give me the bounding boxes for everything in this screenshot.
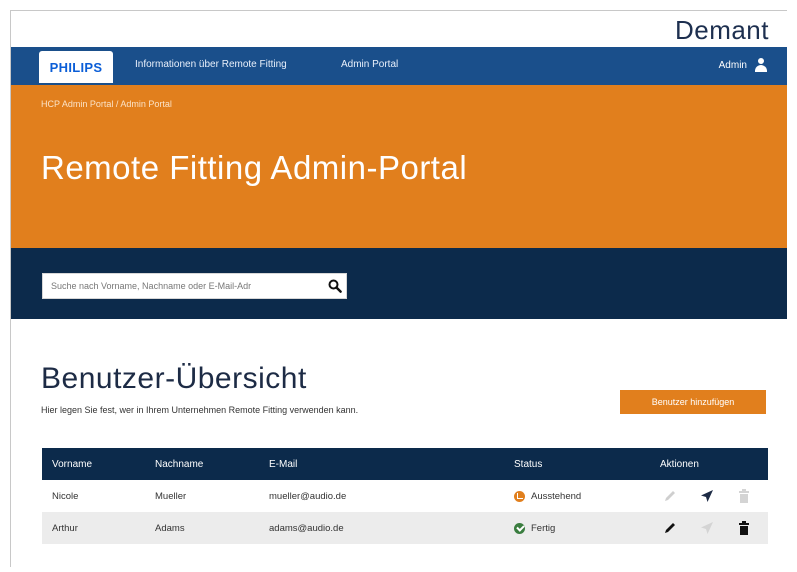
search-icon[interactable]: [324, 275, 346, 297]
search-band: [11, 248, 787, 319]
breadcrumb[interactable]: HCP Admin Portal / Admin Portal: [41, 99, 172, 109]
table-row: Nicole Mueller mueller@audio.de Ausstehe…: [42, 480, 768, 512]
user-menu-label: Admin: [718, 59, 747, 71]
table-header: Vorname Nachname E-Mail Status Aktionen: [42, 448, 768, 480]
cell-lastname: Mueller: [155, 490, 187, 502]
delete-trash-icon[interactable]: [734, 518, 754, 538]
cell-firstname: Nicole: [52, 490, 79, 502]
row-actions: [652, 480, 762, 512]
search-input[interactable]: [43, 275, 324, 297]
table-row: Arthur Adams adams@audio.de Fertig: [42, 512, 768, 544]
overview-title: Benutzer-Übersicht: [41, 362, 307, 395]
cell-email: adams@audio.de: [269, 522, 344, 534]
hero-banner: HCP Admin Portal / Admin Portal Remote F…: [11, 85, 787, 248]
header-email[interactable]: E-Mail: [269, 448, 297, 480]
cell-lastname: Adams: [155, 522, 185, 534]
user-menu[interactable]: Admin: [719, 58, 767, 72]
row-actions: [652, 512, 762, 544]
edit-pencil-icon[interactable]: [660, 486, 680, 506]
nav-link-admin-portal[interactable]: Admin Portal: [341, 59, 398, 70]
page-title: Remote Fitting Admin-Portal: [41, 149, 468, 186]
header-firstname[interactable]: Vorname: [52, 448, 92, 480]
delete-trash-icon[interactable]: [734, 486, 754, 506]
cell-email: mueller@audio.de: [269, 490, 347, 502]
overview-subtitle: Hier legen Sie fest, wer in Ihrem Untern…: [41, 405, 359, 415]
status-badge: Fertig: [514, 512, 555, 544]
philips-logo[interactable]: PHILIPS: [39, 51, 113, 83]
add-user-button[interactable]: Benutzer hinzufügen: [620, 390, 766, 414]
cell-firstname: Arthur: [52, 522, 78, 534]
brand-bar: Demant: [11, 11, 787, 47]
user-icon: [755, 58, 767, 72]
edit-pencil-icon[interactable]: [660, 518, 680, 538]
pending-status-icon: [514, 490, 525, 502]
search-box: [42, 273, 347, 299]
browser-frame: Demant PHILIPS Informationen über Remote…: [10, 10, 787, 567]
header-status[interactable]: Status: [514, 448, 542, 480]
send-invite-icon[interactable]: [697, 518, 717, 538]
header-actions: Aktionen: [660, 458, 699, 470]
nav-link-info[interactable]: Informationen über Remote Fitting: [135, 59, 287, 70]
header-lastname[interactable]: Nachname: [155, 448, 203, 480]
top-nav: PHILIPS Informationen über Remote Fittin…: [11, 47, 787, 85]
done-status-icon: [514, 522, 525, 534]
status-label: Fertig: [531, 522, 556, 534]
send-invite-icon[interactable]: [697, 486, 717, 506]
status-label: Ausstehend: [531, 490, 582, 502]
demant-logo: Demant: [674, 15, 769, 45]
status-badge: Ausstehend: [514, 480, 581, 512]
users-table: Vorname Nachname E-Mail Status Aktionen …: [42, 448, 768, 544]
